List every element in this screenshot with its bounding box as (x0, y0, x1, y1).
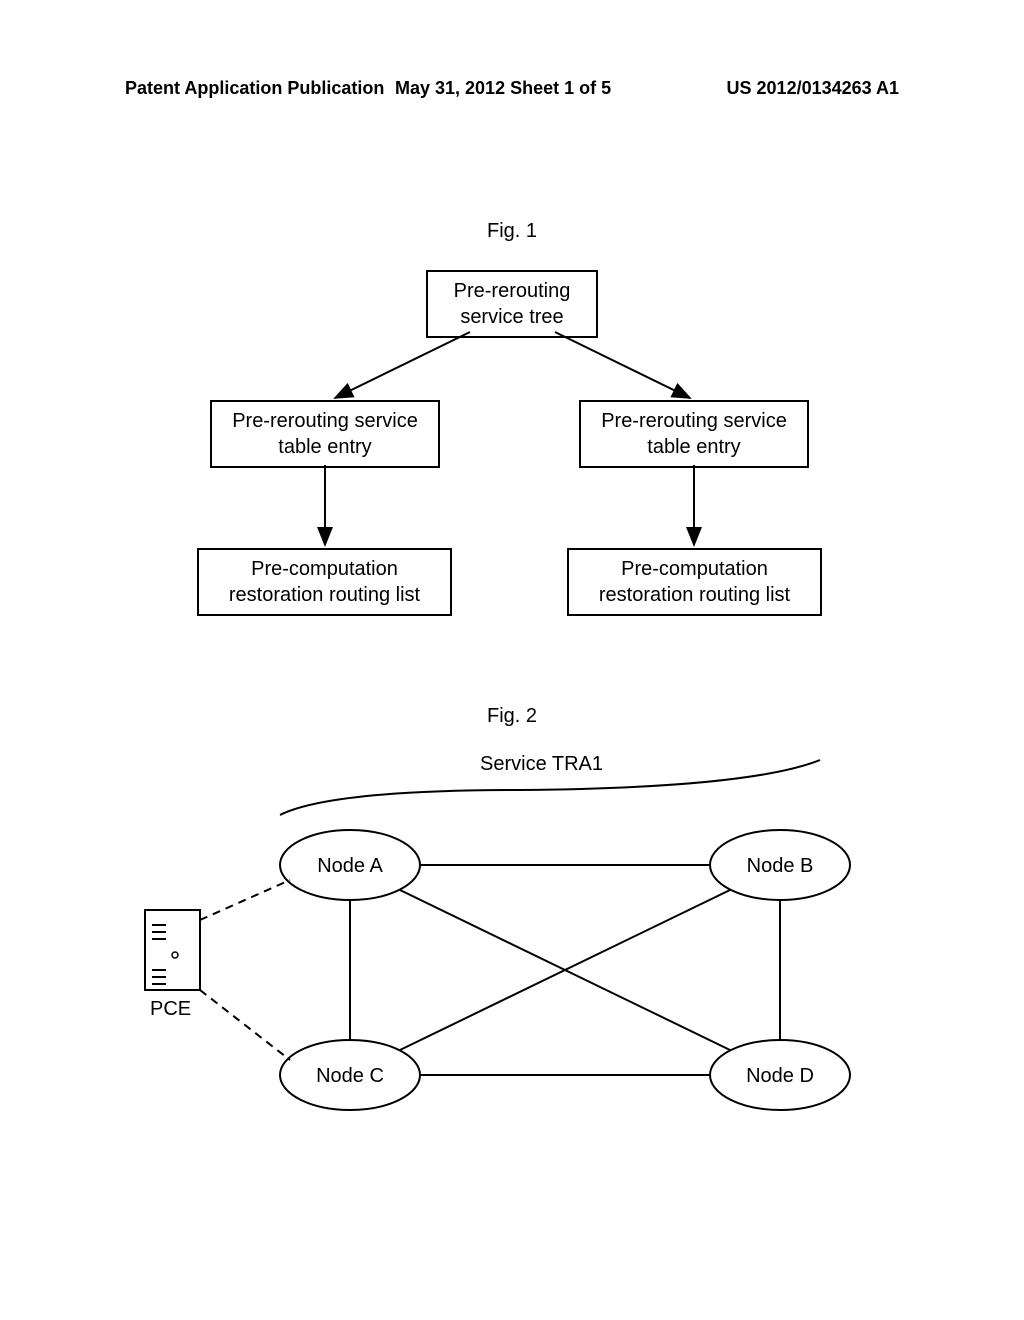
fig2-node-c: Node C (316, 1065, 384, 1087)
fig2-node-b: Node B (747, 855, 814, 877)
fig2-service-label: Service TRA1 (480, 753, 603, 775)
figure-2-label: Fig. 2 (0, 705, 1024, 728)
header-right: US 2012/0134263 A1 (727, 78, 899, 99)
figure-2-diagram: Service TRA1 Node A Node B Node C Node D… (0, 730, 1024, 1180)
figure-1-label: Fig. 1 (0, 220, 1024, 243)
header-mid: May 31, 2012 Sheet 1 of 5 (395, 78, 611, 99)
fig2-pce-label: PCE (150, 998, 191, 1020)
fig2-node-d: Node D (746, 1065, 814, 1087)
header-left: Patent Application Publication (125, 78, 384, 99)
fig1-arrows (0, 260, 1024, 620)
pce-icon (145, 910, 200, 990)
fig2-node-a: Node A (317, 855, 383, 877)
